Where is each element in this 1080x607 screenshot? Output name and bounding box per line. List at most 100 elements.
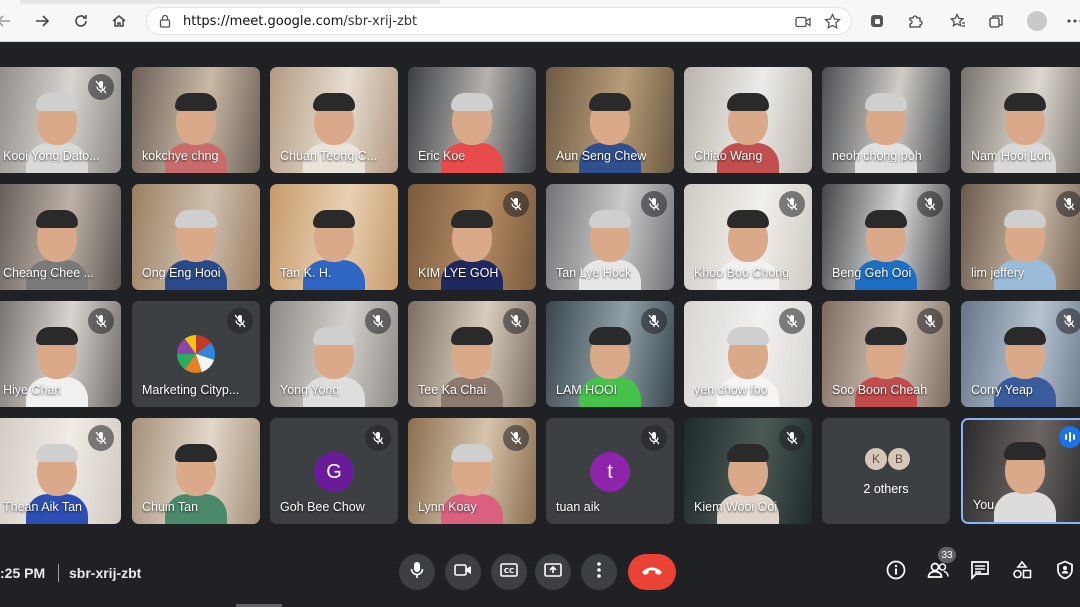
- activities-icon: [1012, 560, 1032, 585]
- mic-off-icon: [503, 191, 529, 217]
- host-controls-icon: [1056, 560, 1074, 585]
- participant-tile[interactable]: Marketing Cityp...: [132, 301, 260, 407]
- camera-button[interactable]: [445, 554, 481, 590]
- avatar: K: [864, 447, 888, 471]
- participant-tile[interactable]: KIM LYE GOH: [408, 184, 536, 290]
- mic-off-icon: [503, 308, 529, 334]
- participant-tile[interactable]: Chuan Teong C...: [270, 67, 398, 173]
- mic-off-icon: [365, 308, 391, 334]
- others-avatars: KB: [864, 447, 911, 471]
- collections-icon[interactable]: [985, 10, 1007, 32]
- leave-call-button[interactable]: [628, 554, 676, 590]
- more-options-button[interactable]: [581, 554, 617, 590]
- chat-icon: [970, 560, 990, 585]
- participant-name: Thean Aik Tan: [3, 500, 82, 514]
- url-host: https://meet.google.com: [183, 14, 344, 29]
- microphone-button[interactable]: [399, 554, 435, 590]
- participant-tile[interactable]: Chiao Wang: [684, 67, 812, 173]
- chat-button[interactable]: [967, 559, 993, 585]
- participant-name: Yong Yong: [280, 383, 340, 397]
- avatar: t: [590, 452, 630, 492]
- participant-tile[interactable]: Hiye Chan: [0, 301, 121, 407]
- participant-tile[interactable]: Chuin Tan: [132, 418, 260, 524]
- participant-tile[interactable]: Beng Geh Ooi: [822, 184, 950, 290]
- meeting-code: sbr-xrij-zbt: [69, 565, 142, 581]
- participant-tile[interactable]: Yong Yong: [270, 301, 398, 407]
- participant-tile[interactable]: Kooi Yong Dato...: [0, 67, 121, 173]
- participant-tile[interactable]: yen chow foo: [684, 301, 812, 407]
- participant-name: KIM LYE GOH: [418, 266, 499, 280]
- participant-tile[interactable]: Aun Seng Chew: [546, 67, 674, 173]
- captions-icon: CC: [500, 562, 518, 582]
- profile-avatar[interactable]: [1027, 11, 1047, 31]
- participant-tile[interactable]: neoh chong poh: [822, 67, 950, 173]
- participant-name: Tan Lye Hock: [556, 266, 632, 280]
- mic-off-icon: [917, 308, 943, 334]
- favorite-star-icon[interactable]: [824, 13, 841, 35]
- mic-off-icon: [641, 308, 667, 334]
- participant-tile[interactable]: G Goh Bee Chow: [270, 418, 398, 524]
- participant-tile[interactable]: Tan Lye Hock: [546, 184, 674, 290]
- mic-off-icon: [227, 308, 253, 334]
- participant-tile[interactable]: t tuan aik: [546, 418, 674, 524]
- participant-tile[interactable]: Corry Yeap: [961, 301, 1080, 407]
- participant-name: Kiem Wooi Ooi: [694, 500, 778, 514]
- participant-tile[interactable]: Thean Aik Tan: [0, 418, 121, 524]
- address-bar[interactable]: https://meet.google.com/sbr-xrij-zbt: [146, 7, 852, 35]
- participant-tile[interactable]: lim jeffery: [961, 184, 1080, 290]
- participant-name: Khoo Boo Chong: [694, 266, 790, 280]
- participant-tile[interactable]: Cheang Chee ...: [0, 184, 121, 290]
- home-icon[interactable]: [107, 9, 131, 33]
- meeting-control-bar: :25 PM sbr-xrij-zbt CC: [0, 540, 1080, 607]
- participant-name: Lynn Koay: [418, 500, 477, 514]
- participant-tile[interactable]: Kiem Wooi Ooi: [684, 418, 812, 524]
- present-button[interactable]: [535, 554, 571, 590]
- others-count-label: 2 others: [863, 482, 909, 496]
- participant-tile[interactable]: Tee Ka Chai: [408, 301, 536, 407]
- svg-text:CC: CC: [504, 567, 514, 575]
- participant-count-badge: 33: [938, 547, 956, 563]
- reload-icon[interactable]: [69, 9, 93, 33]
- forward-icon[interactable]: [30, 9, 54, 33]
- participant-tile[interactable]: Eric Koe: [408, 67, 536, 173]
- favorites-icon[interactable]: [947, 10, 969, 32]
- avatar: B: [887, 447, 911, 471]
- participant-name: tuan aik: [556, 500, 600, 514]
- mic-off-icon: [779, 425, 805, 451]
- participant-tile[interactable]: kokchye chng: [132, 67, 260, 173]
- participant-name: Tee Ka Chai: [418, 383, 487, 397]
- participant-name: Ong Eng Hooi: [142, 266, 221, 280]
- lock-icon[interactable]: [159, 14, 171, 33]
- more-browser-menu-icon[interactable]: [1064, 10, 1080, 32]
- participant-tile[interactable]: KB 2 others: [822, 418, 950, 524]
- participant-tile[interactable]: Khoo Boo Chong: [684, 184, 812, 290]
- speaking-indicator-icon: [1059, 426, 1080, 448]
- meeting-details-button[interactable]: [883, 559, 909, 585]
- participant-name: Goh Bee Chow: [280, 500, 365, 514]
- participant-tile[interactable]: Tan K. H.: [270, 184, 398, 290]
- participant-tile[interactable]: Lynn Koay: [408, 418, 536, 524]
- self-video-tile[interactable]: You: [961, 418, 1080, 524]
- participant-figure: [994, 440, 1056, 522]
- participant-tile[interactable]: Soo Boon Cheah: [822, 301, 950, 407]
- url-text[interactable]: https://meet.google.com/sbr-xrij-zbt: [183, 14, 417, 29]
- info-icon: [886, 560, 906, 585]
- participant-name: Kooi Yong Dato...: [3, 149, 100, 163]
- mic-off-icon: [88, 308, 114, 334]
- back-icon[interactable]: [0, 9, 16, 33]
- participant-tile[interactable]: Nam Hooi Lon: [961, 67, 1080, 173]
- camera-icon: [454, 563, 472, 582]
- mic-off-icon: [88, 425, 114, 451]
- captions-button[interactable]: CC: [491, 554, 527, 590]
- activities-button[interactable]: [1009, 559, 1035, 585]
- participant-tile[interactable]: LAM HOOI: [546, 301, 674, 407]
- host-controls-button[interactable]: [1052, 559, 1078, 585]
- extensions-puzzle-icon[interactable]: [904, 10, 926, 32]
- participant-tile[interactable]: Ong Eng Hooi: [132, 184, 260, 290]
- avatar: G: [314, 452, 354, 492]
- camera-permission-icon[interactable]: [795, 15, 811, 33]
- mic-off-icon: [779, 308, 805, 334]
- extension-icon[interactable]: [866, 10, 888, 32]
- mic-off-icon: [779, 191, 805, 217]
- more-options-icon: [597, 561, 601, 583]
